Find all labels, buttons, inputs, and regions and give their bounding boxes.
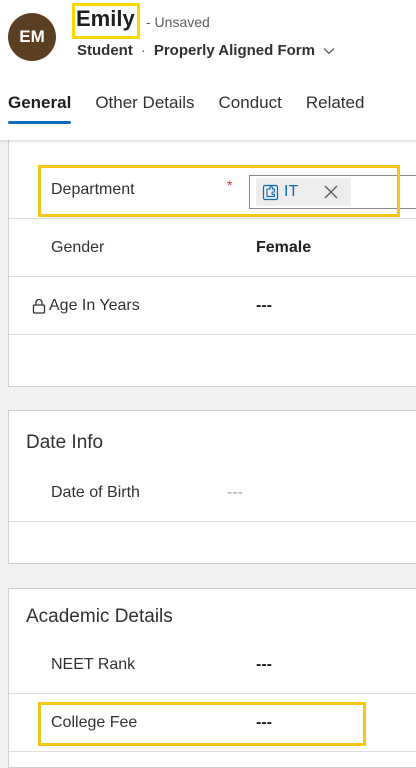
fee-label: College Fee (51, 713, 138, 731)
avatar: EM (8, 13, 56, 61)
neet-label: NEET Rank (51, 655, 136, 673)
fee-field-row: College Fee --- (9, 694, 416, 752)
gender-field-row: Gender Female (9, 219, 416, 277)
general-section: Department * IT Gender Female Age In Yea… (8, 138, 416, 387)
department-value[interactable]: IT (284, 183, 298, 201)
separator: · (140, 42, 146, 59)
tab-other-details[interactable]: Other Details (95, 93, 194, 115)
neet-field-row: NEET Rank --- (9, 636, 416, 694)
record-name: Emily (76, 6, 135, 31)
fee-value[interactable]: --- (256, 714, 272, 732)
tab-related[interactable]: Related (306, 93, 365, 115)
section-title: Academic Details (26, 606, 173, 627)
puzzle-icon (262, 184, 279, 201)
save-status: - Unsaved (146, 14, 210, 30)
dob-value[interactable]: --- (227, 484, 243, 502)
neet-value[interactable]: --- (256, 656, 272, 674)
age-field-row: Age In Years --- (9, 277, 416, 335)
dob-field-row: Date of Birth --- (9, 464, 416, 522)
date-info-section: Date Info Date of Birth --- (8, 410, 416, 564)
entity-form-line: Student · Properly Aligned Form (77, 42, 335, 59)
close-icon[interactable] (323, 184, 339, 200)
department-field-row: Department * IT (9, 161, 416, 219)
chevron-down-icon[interactable] (323, 47, 335, 55)
department-label: Department (51, 180, 135, 198)
record-header: EM Emily - Unsaved Student · Properly Al… (0, 0, 416, 140)
department-lookup-tag[interactable]: IT (256, 178, 351, 206)
dob-label: Date of Birth (51, 483, 140, 501)
tab-general[interactable]: General (8, 93, 72, 124)
required-marker: * (227, 177, 233, 193)
tab-conduct[interactable]: Conduct (219, 93, 282, 115)
age-value: --- (256, 296, 272, 314)
entity-name: Student (77, 42, 133, 59)
age-label-wrap: Age In Years (32, 297, 140, 315)
department-lookup-input[interactable]: IT (249, 175, 416, 209)
section-title: Date Info (26, 432, 104, 453)
tab-bar: General Other Details Conduct Related (0, 86, 380, 124)
academic-details-section: Academic Details NEET Rank --- College F… (8, 588, 416, 768)
gender-value[interactable]: Female (256, 239, 311, 257)
lock-icon (32, 298, 49, 314)
form-selector[interactable]: Properly Aligned Form (154, 42, 315, 59)
gender-label: Gender (51, 238, 105, 256)
age-label: Age In Years (49, 296, 140, 314)
